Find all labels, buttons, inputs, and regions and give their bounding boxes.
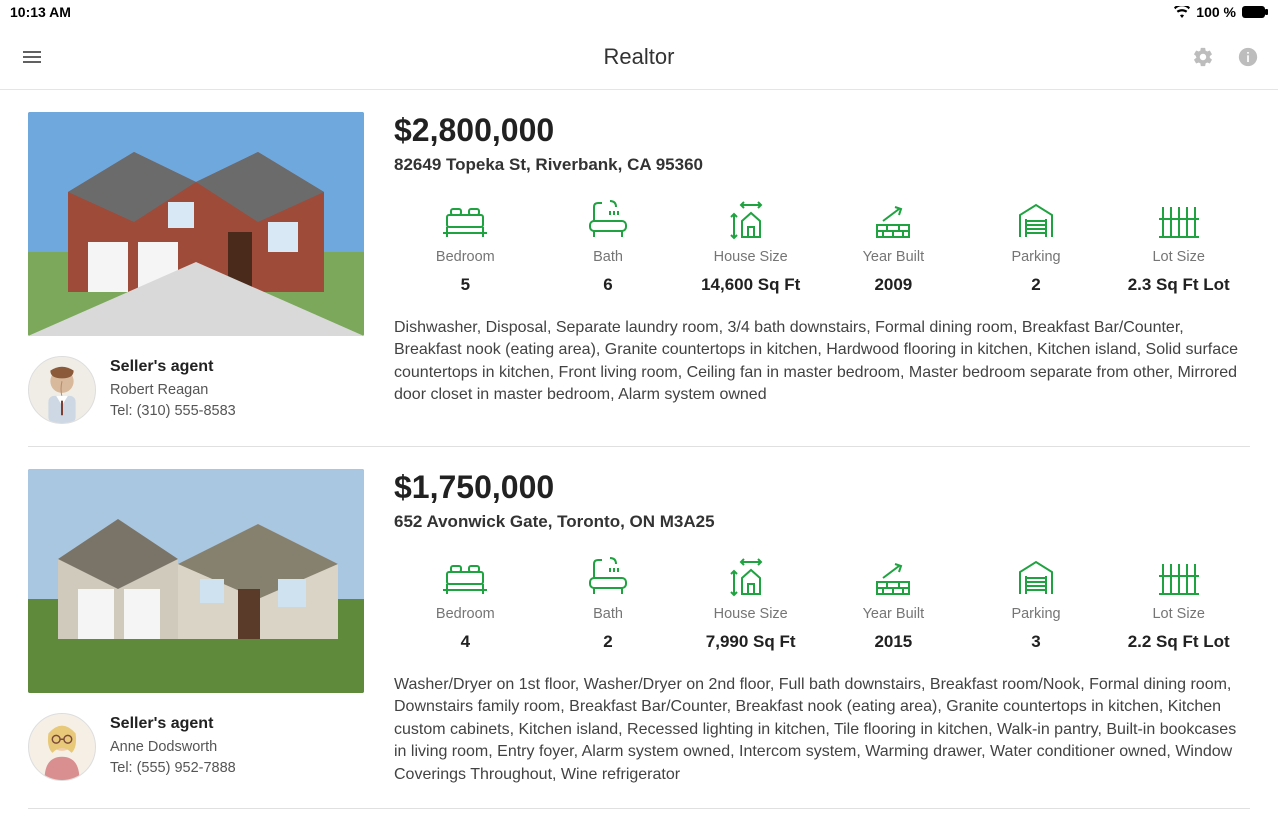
stat-value: 5 bbox=[394, 275, 537, 295]
stat-value: 2.2 Sq Ft Lot bbox=[1107, 632, 1250, 652]
listing-left: Seller's agent Anne Dodsworth Tel: (555)… bbox=[28, 469, 364, 786]
stat-label: Bedroom bbox=[394, 606, 537, 622]
lot-size-icon bbox=[1107, 199, 1250, 241]
agent-block: Seller's agent Robert Reagan Tel: (310) … bbox=[28, 356, 364, 424]
agent-info: Seller's agent Robert Reagan Tel: (310) … bbox=[110, 356, 236, 421]
parking-icon bbox=[965, 199, 1108, 241]
stat-yearbuilt: Year Built 2009 bbox=[822, 199, 965, 295]
listing-right: $2,800,000 82649 Topeka St, Riverbank, C… bbox=[364, 112, 1250, 424]
stat-label: Year Built bbox=[822, 606, 965, 622]
stat-label: Year Built bbox=[822, 249, 965, 265]
house-size-icon bbox=[679, 556, 822, 598]
agent-phone: Tel: (310) 555-8583 bbox=[110, 401, 236, 421]
stat-bedroom: Bedroom 5 bbox=[394, 199, 537, 295]
stat-lotsize: Lot Size 2.3 Sq Ft Lot bbox=[1107, 199, 1250, 295]
agent-name: Anne Dodsworth bbox=[110, 737, 236, 757]
stat-parking: Parking 2 bbox=[965, 199, 1108, 295]
stat-bath: Bath 2 bbox=[537, 556, 680, 652]
stat-yearbuilt: Year Built 2015 bbox=[822, 556, 965, 652]
stat-label: Parking bbox=[965, 606, 1108, 622]
listing-right: $1,750,000 652 Avonwick Gate, Toronto, O… bbox=[364, 469, 1250, 786]
stat-parking: Parking 3 bbox=[965, 556, 1108, 652]
agent-name: Robert Reagan bbox=[110, 380, 236, 400]
agent-info: Seller's agent Anne Dodsworth Tel: (555)… bbox=[110, 713, 236, 778]
listing-address: 82649 Topeka St, Riverbank, CA 95360 bbox=[394, 155, 1250, 175]
stat-value: 2.3 Sq Ft Lot bbox=[1107, 275, 1250, 295]
info-icon[interactable] bbox=[1238, 47, 1258, 67]
bath-icon bbox=[537, 556, 680, 598]
parking-icon bbox=[965, 556, 1108, 598]
stat-bath: Bath 6 bbox=[537, 199, 680, 295]
year-built-icon bbox=[822, 556, 965, 598]
stat-value: 2 bbox=[537, 632, 680, 652]
listing-description: Dishwasher, Disposal, Separate laundry r… bbox=[394, 317, 1250, 407]
listings: Seller's agent Robert Reagan Tel: (310) … bbox=[0, 90, 1278, 809]
wifi-icon bbox=[1174, 6, 1190, 18]
stat-label: Bedroom bbox=[394, 249, 537, 265]
listing-card[interactable]: Seller's agent Anne Dodsworth Tel: (555)… bbox=[28, 447, 1250, 809]
agent-role: Seller's agent bbox=[110, 713, 236, 735]
stat-lotsize: Lot Size 2.2 Sq Ft Lot bbox=[1107, 556, 1250, 652]
stat-label: Lot Size bbox=[1107, 606, 1250, 622]
listing-address: 652 Avonwick Gate, Toronto, ON M3A25 bbox=[394, 512, 1250, 532]
app-bar-actions bbox=[1192, 46, 1258, 68]
listing-stats: Bedroom 4 Bath 2 House Size 7,990 Sq Ft bbox=[394, 556, 1250, 652]
property-photo[interactable] bbox=[28, 112, 364, 336]
menu-icon[interactable] bbox=[20, 45, 44, 69]
stat-value: 3 bbox=[965, 632, 1108, 652]
stat-value: 6 bbox=[537, 275, 680, 295]
stat-label: House Size bbox=[679, 606, 822, 622]
agent-avatar[interactable] bbox=[28, 713, 96, 781]
house-size-icon bbox=[679, 199, 822, 241]
listing-price: $1,750,000 bbox=[394, 469, 1250, 506]
stat-label: Bath bbox=[537, 249, 680, 265]
bed-icon bbox=[394, 199, 537, 241]
stat-housesize: House Size 14,600 Sq Ft bbox=[679, 199, 822, 295]
settings-icon[interactable] bbox=[1192, 46, 1214, 68]
stat-value: 2015 bbox=[822, 632, 965, 652]
stat-value: 14,600 Sq Ft bbox=[679, 275, 822, 295]
listing-card[interactable]: Seller's agent Robert Reagan Tel: (310) … bbox=[28, 90, 1250, 447]
lot-size-icon bbox=[1107, 556, 1250, 598]
property-photo[interactable] bbox=[28, 469, 364, 693]
stat-label: Parking bbox=[965, 249, 1108, 265]
bed-icon bbox=[394, 556, 537, 598]
listing-price: $2,800,000 bbox=[394, 112, 1250, 149]
stat-value: 2009 bbox=[822, 275, 965, 295]
stat-value: 4 bbox=[394, 632, 537, 652]
stat-value: 2 bbox=[965, 275, 1108, 295]
stat-label: House Size bbox=[679, 249, 822, 265]
listing-stats: Bedroom 5 Bath 6 House Size 14,600 Sq Ft bbox=[394, 199, 1250, 295]
status-right: 100 % bbox=[1174, 4, 1268, 20]
agent-avatar[interactable] bbox=[28, 356, 96, 424]
year-built-icon bbox=[822, 199, 965, 241]
battery-icon bbox=[1242, 6, 1268, 18]
agent-block: Seller's agent Anne Dodsworth Tel: (555)… bbox=[28, 713, 364, 781]
agent-phone: Tel: (555) 952-7888 bbox=[110, 758, 236, 778]
status-time: 10:13 AM bbox=[10, 4, 71, 20]
app-bar: Realtor bbox=[0, 24, 1278, 90]
listing-description: Washer/Dryer on 1st floor, Washer/Dryer … bbox=[394, 674, 1250, 786]
stat-label: Bath bbox=[537, 606, 680, 622]
bath-icon bbox=[537, 199, 680, 241]
listing-left: Seller's agent Robert Reagan Tel: (310) … bbox=[28, 112, 364, 424]
app-title: Realtor bbox=[0, 44, 1278, 70]
agent-role: Seller's agent bbox=[110, 356, 236, 378]
stat-bedroom: Bedroom 4 bbox=[394, 556, 537, 652]
status-battery-text: 100 % bbox=[1196, 4, 1236, 20]
status-bar: 10:13 AM 100 % bbox=[0, 0, 1278, 24]
stat-label: Lot Size bbox=[1107, 249, 1250, 265]
stat-housesize: House Size 7,990 Sq Ft bbox=[679, 556, 822, 652]
stat-value: 7,990 Sq Ft bbox=[679, 632, 822, 652]
